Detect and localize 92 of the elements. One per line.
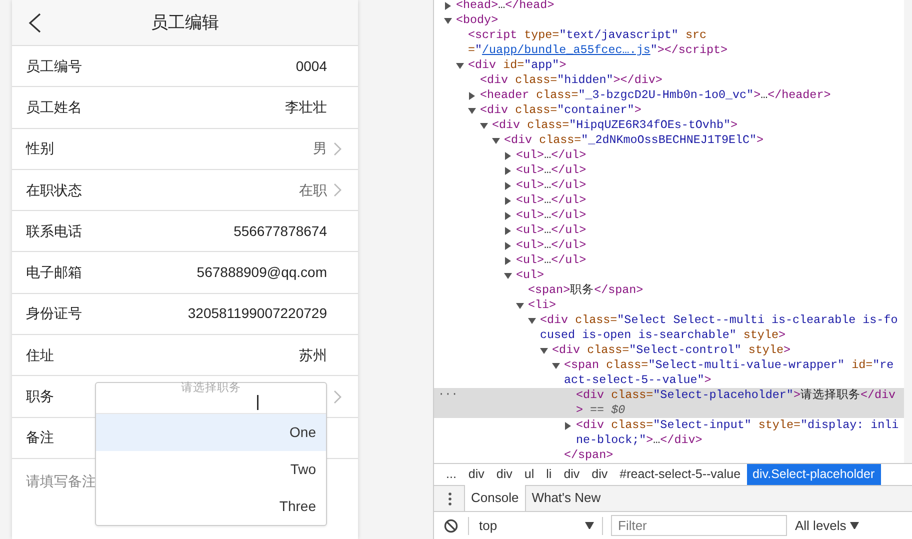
dom-node-line[interactable]: <span class="Select-multi-value-wrapper" id="react-select-5--value">	[564, 358, 900, 388]
expand-triangle-icon[interactable]	[456, 62, 464, 70]
breadcrumb-item[interactable]: div	[586, 464, 614, 486]
selected-node-mark: ···	[438, 388, 458, 403]
dom-node-line[interactable]: <ul>…</ul>	[516, 208, 586, 223]
script-src-link[interactable]: /uapp/bundle_a55fcec….js	[482, 43, 650, 57]
expand-triangle-icon[interactable]	[540, 346, 548, 354]
dom-node-line[interactable]: <ul>…</ul>	[516, 148, 586, 163]
expand-triangle-icon[interactable]	[504, 212, 512, 220]
dropdown-option[interactable]: Two	[96, 451, 326, 488]
expand-triangle-icon[interactable]	[504, 226, 512, 234]
dom-node-line[interactable]: <div class="Select-placeholder">请选择职务</div> == $0	[576, 388, 900, 418]
dom-node-line[interactable]: <div class="Select Select--multi is-clearable is-focused is-open is-searchable" style>	[540, 313, 900, 343]
expand-triangle-icon[interactable]	[468, 106, 476, 114]
select-input[interactable]: 请选择职务	[96, 381, 326, 396]
dom-node-line[interactable]: <ul>…</ul>	[516, 223, 586, 238]
expand-triangle-icon[interactable]	[444, 2, 452, 10]
dom-node-line[interactable]: <div class="Select-input" style="display: inline-block;">…</div>	[576, 418, 900, 448]
field-value: 0004	[296, 56, 327, 76]
expand-triangle-icon[interactable]	[504, 152, 512, 160]
field-value: 李壮壮	[285, 98, 327, 117]
field-label: 性别	[26, 139, 54, 158]
dom-node-line[interactable]: <ul>…</ul>	[516, 193, 586, 208]
dropdown-option[interactable]: Three	[96, 488, 326, 525]
drawer-tab[interactable]: Console	[464, 485, 526, 511]
levels-label: All levels	[795, 516, 846, 535]
field-value: 567888909@qq.com	[196, 263, 327, 282]
breadcrumb-item[interactable]: ul	[518, 464, 540, 486]
dropdown-triangle-icon	[585, 522, 594, 530]
field-label: 身份证号	[26, 304, 82, 324]
expand-triangle-icon[interactable]	[480, 122, 488, 130]
dom-node-line[interactable]: <script type="text/javascript" src="/uapp/bundle_a55fcec….js"></script>	[468, 28, 900, 58]
expand-triangle-icon[interactable]	[528, 316, 536, 324]
page-title: 员工编辑	[151, 12, 219, 34]
expand-triangle-icon[interactable]	[516, 302, 524, 310]
dropdown-option[interactable]: One	[96, 414, 326, 451]
dom-node-line[interactable]: <li>	[528, 298, 556, 313]
dom-node-line[interactable]: <div class="Select-control" style>	[552, 343, 790, 358]
expand-triangle-icon[interactable]	[492, 136, 500, 144]
dom-node-line[interactable]: <span>职务</span>	[528, 283, 644, 298]
dom-node-line[interactable]: <ul>…</ul>	[516, 238, 586, 253]
field-label: 备注	[26, 428, 54, 448]
expand-triangle-icon[interactable]	[444, 16, 452, 24]
dom-node-line[interactable]: </span>	[564, 448, 614, 463]
expand-triangle-icon[interactable]	[504, 182, 512, 190]
expand-triangle-icon[interactable]	[552, 362, 560, 370]
expand-triangle-icon[interactable]	[564, 422, 572, 430]
dom-node-line[interactable]: <div class="hidden"></div>	[480, 73, 662, 88]
field-value: 320581199007220729	[188, 304, 327, 324]
breadcrumb-item[interactable]: div	[462, 464, 490, 486]
dom-node-line[interactable]: <ul>…</ul>	[516, 178, 586, 193]
field-label: 员工姓名	[26, 98, 82, 117]
breadcrumb-item[interactable]: #react-select-5--value	[614, 464, 747, 486]
breadcrumb-item[interactable]: div.Select-placeholder	[746, 464, 881, 486]
breadcrumb-item[interactable]: div	[490, 464, 518, 486]
breadcrumb-item[interactable]: ...	[440, 464, 462, 486]
dom-node-line[interactable]: <header class="_3-bzgcD2U-Hmb0n-1o0_vc">…</header>	[480, 88, 831, 103]
dom-node-line[interactable]: <ul>	[516, 268, 544, 283]
select-value[interactable]: 在职	[299, 180, 327, 201]
breadcrumb-item[interactable]: li	[540, 464, 558, 486]
text-cursor-icon	[257, 395, 259, 410]
select-value[interactable]: 男	[313, 138, 327, 160]
clear-console-icon[interactable]	[444, 518, 458, 532]
drawer-tab[interactable]: What's New	[526, 485, 607, 511]
field-value: 苏州	[299, 346, 327, 365]
expand-triangle-icon[interactable]	[504, 196, 512, 204]
expand-triangle-icon[interactable]	[504, 166, 512, 174]
dropdown-triangle-icon	[850, 522, 860, 530]
dom-node-line[interactable]: <div id="app">	[468, 58, 566, 73]
expand-triangle-icon[interactable]	[504, 242, 512, 250]
field-label: 联系电话	[26, 222, 82, 241]
field-label: 在职状态	[26, 180, 82, 200]
dom-node-line[interactable]: <ul>…</ul>	[516, 163, 586, 178]
expand-triangle-icon[interactable]	[504, 272, 512, 280]
levels-dropdown[interactable]: All levels	[795, 516, 860, 536]
dom-node-line[interactable]: <ul>…</ul>	[516, 253, 586, 268]
field-label: 电子邮箱	[26, 263, 82, 282]
dom-node-line[interactable]: <div class="HipqUZE6R34fOEs-tOvhb">	[492, 118, 738, 133]
dom-node-line[interactable]: <div class="container">	[480, 103, 642, 118]
back-icon[interactable]	[28, 13, 42, 33]
field-value: 556677878674	[234, 222, 327, 241]
expand-triangle-icon[interactable]	[504, 256, 512, 264]
field-label: 住址	[26, 346, 54, 365]
context-label: top	[479, 516, 498, 535]
context-selector[interactable]: top	[468, 516, 603, 534]
dom-node-line[interactable]: <div class="_2dNKmoOssBECHNEJ1T9ElC">	[504, 133, 764, 148]
filter-field[interactable]: Filter	[611, 515, 787, 536]
breadcrumb-item[interactable]: div	[558, 464, 586, 486]
dom-node-line[interactable]: <body>	[456, 13, 498, 28]
field-label: 员工编号	[26, 56, 82, 76]
expand-triangle-icon[interactable]	[468, 92, 476, 100]
field-label: 职务	[26, 387, 54, 406]
